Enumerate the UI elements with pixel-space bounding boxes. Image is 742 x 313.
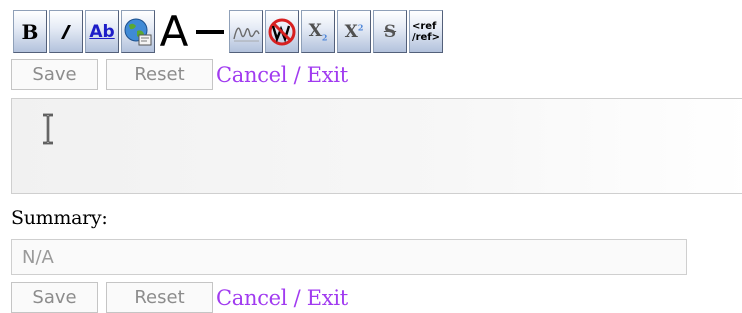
summary-input[interactable]	[11, 239, 687, 275]
reset-button[interactable]: Reset	[106, 59, 213, 90]
signature-button[interactable]	[229, 10, 263, 53]
summary-label: Summary:	[11, 207, 108, 229]
italic-icon	[61, 24, 71, 39]
signature-icon	[233, 27, 260, 41]
reference-button[interactable]: <ref /ref>	[409, 10, 443, 53]
no-wiki-icon	[268, 18, 296, 45]
nowiki-button[interactable]	[265, 10, 299, 53]
bottom-action-row: Save Reset Cancel / Exit	[11, 282, 348, 313]
reference-line-2: /ref>	[411, 31, 441, 43]
italic-button[interactable]	[49, 10, 83, 53]
reference-line-1: <ref	[411, 20, 437, 32]
cancel-exit-link-bottom[interactable]: Cancel / Exit	[216, 286, 348, 310]
superscript-2: 2	[357, 21, 364, 32]
edit-textarea[interactable]	[11, 98, 742, 194]
text-cursor-icon	[43, 113, 53, 145]
edit-toolbar: B Ab A X2 X2 S <ref /ref>	[13, 10, 445, 53]
strikethrough-icon: S	[383, 21, 397, 42]
subscript-2: 2	[321, 32, 328, 43]
superscript-icon: X2	[345, 22, 364, 42]
cancel-exit-link[interactable]: Cancel / Exit	[216, 63, 348, 87]
link-button[interactable]: Ab	[85, 10, 119, 53]
top-action-row: Save Reset Cancel / Exit	[11, 59, 348, 90]
headline-button[interactable]: A	[157, 10, 191, 53]
subscript-icon: X2	[309, 21, 328, 42]
strikethrough-button[interactable]: S	[373, 10, 407, 53]
reference-icon: <ref /ref>	[412, 21, 440, 43]
globe-link-icon	[124, 18, 152, 45]
subscript-x: X	[308, 20, 322, 41]
horizontal-line-icon	[196, 29, 224, 34]
bold-button[interactable]: B	[13, 10, 47, 53]
superscript-button[interactable]: X2	[337, 10, 371, 53]
save-button[interactable]: Save	[11, 59, 98, 90]
internal-link-icon: Ab	[89, 21, 115, 42]
horizontal-line-button[interactable]	[193, 10, 227, 53]
bold-icon: B	[21, 19, 39, 44]
headline-icon: A	[159, 10, 189, 53]
external-link-button[interactable]	[121, 10, 155, 53]
save-button-bottom[interactable]: Save	[11, 282, 98, 313]
reset-button-bottom[interactable]: Reset	[106, 282, 213, 313]
subscript-button[interactable]: X2	[301, 10, 335, 53]
superscript-x: X	[344, 21, 358, 42]
